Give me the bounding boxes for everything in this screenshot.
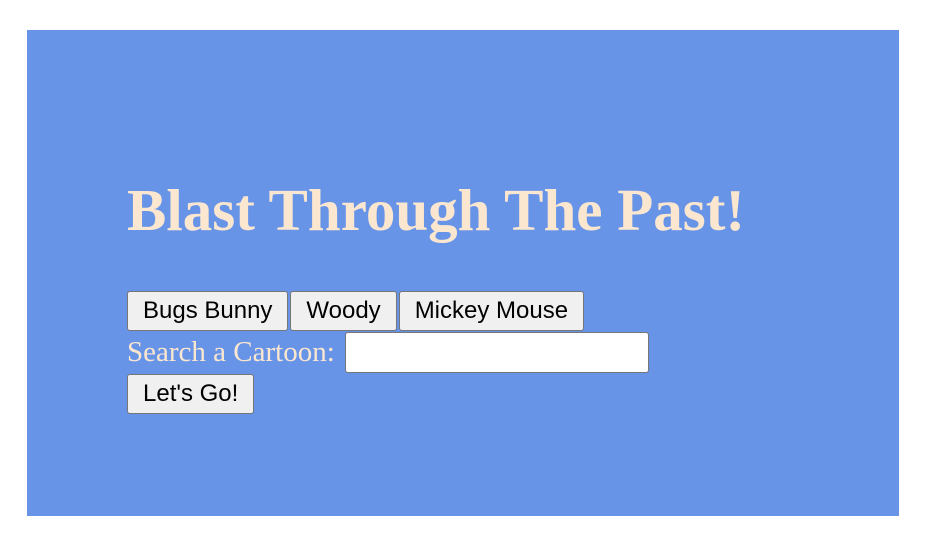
woody-button[interactable]: Woody <box>290 291 397 331</box>
search-input[interactable] <box>344 332 649 373</box>
bugs-bunny-button[interactable]: Bugs Bunny <box>127 291 289 331</box>
main-panel: Blast Through The Past! Bugs Bunny Woody… <box>27 30 899 516</box>
search-label: Search a Cartoon: <box>127 336 335 368</box>
search-row: Search a Cartoon: <box>127 332 745 373</box>
submit-row: Let's Go! <box>127 374 745 414</box>
lets-go-button[interactable]: Let's Go! <box>127 374 255 414</box>
mickey-mouse-button[interactable]: Mickey Mouse <box>398 291 585 331</box>
cartoon-button-row: Bugs Bunny Woody Mickey Mouse <box>127 291 745 331</box>
page-title: Blast Through The Past! <box>127 177 746 243</box>
content-area: Blast Through The Past! Bugs Bunny Woody… <box>127 178 745 414</box>
